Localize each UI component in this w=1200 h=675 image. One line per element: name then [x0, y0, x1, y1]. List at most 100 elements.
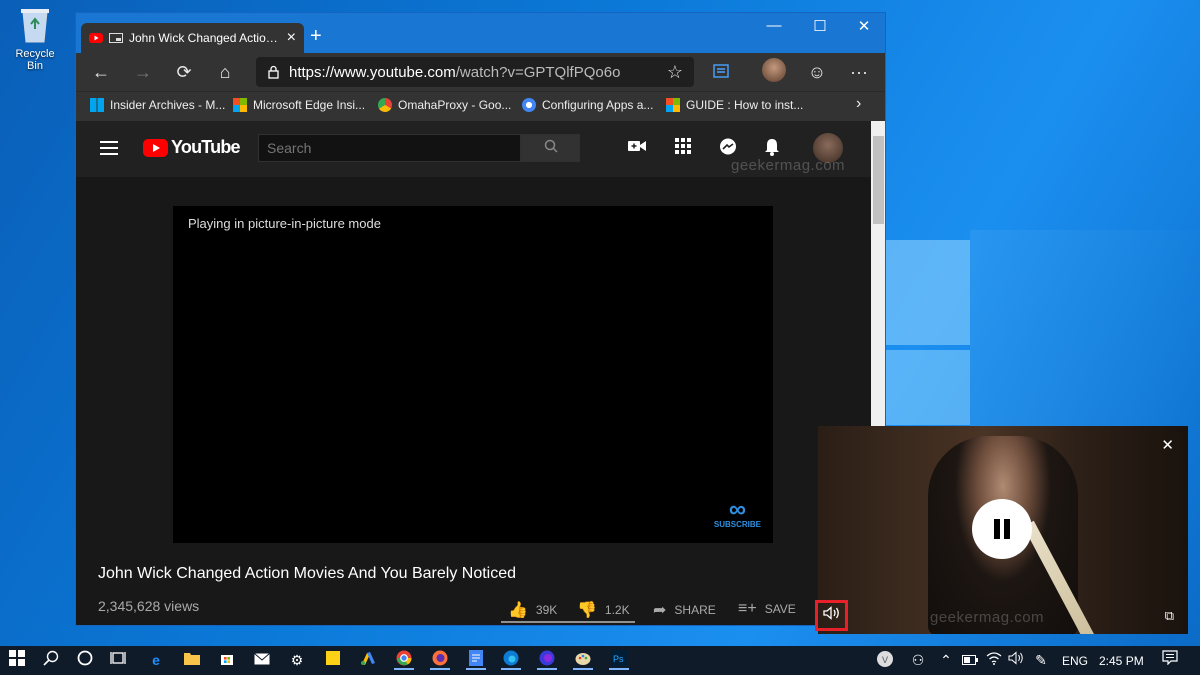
- bookmark-item[interactable]: GUIDE : How to inst...: [666, 98, 803, 112]
- speaker-volume-icon[interactable]: [1006, 650, 1026, 670]
- apps-grid-icon[interactable]: [672, 138, 694, 160]
- clock[interactable]: 2:45 PM: [1099, 654, 1144, 668]
- pip-indicator-icon: [109, 33, 123, 43]
- search-button[interactable]: [521, 134, 580, 162]
- sticky-notes-icon[interactable]: [323, 650, 343, 670]
- video-player[interactable]: Playing in picture-in-picture mode ∞ SUB…: [173, 206, 773, 543]
- firefox-icon[interactable]: [430, 650, 450, 670]
- bookmark-item[interactable]: Configuring Apps a...: [522, 98, 653, 112]
- menu-icon[interactable]: [100, 141, 118, 159]
- save-button[interactable]: ≡+ SAVE: [738, 600, 796, 618]
- create-video-icon[interactable]: [626, 138, 648, 160]
- desktop-window-logo-pane: [880, 240, 970, 345]
- search-input[interactable]: [258, 134, 521, 162]
- minimize-button[interactable]: —: [752, 17, 796, 34]
- url-path: /watch?v=GPTQlfPQo6o: [455, 63, 621, 81]
- picture-in-picture-window[interactable]: ✕ ⧉ geekermag.com: [818, 426, 1188, 634]
- title-bar: John Wick Changed Action Movies And You …: [76, 13, 885, 53]
- bookmark-item[interactable]: Microsoft Edge Insi...: [233, 98, 365, 112]
- browser-toolbar: ← → ⟳ ⌂ https://www.youtube.com/watch?v=…: [76, 53, 885, 91]
- youtube-logo[interactable]: YouTube: [143, 137, 241, 158]
- store-icon[interactable]: [217, 650, 237, 670]
- pip-back-to-tab-icon[interactable]: ⧉: [1165, 608, 1174, 624]
- share-arrow-icon: ➦: [653, 602, 667, 619]
- share-button[interactable]: ➦ SHARE: [653, 600, 716, 620]
- video-title: John Wick Changed Action Movies And You …: [98, 565, 517, 582]
- task-view-icon[interactable]: [108, 650, 128, 670]
- pip-status-message: Playing in picture-in-picture mode: [188, 216, 381, 231]
- show-hidden-icons-chevron-icon[interactable]: ⌃: [936, 650, 956, 670]
- feedback-smiley-icon[interactable]: ☺: [804, 60, 830, 84]
- pip-close-icon[interactable]: ✕: [1161, 436, 1174, 454]
- like-button[interactable]: 👍 39K: [508, 600, 557, 620]
- firefox-nightly-icon[interactable]: [537, 650, 557, 670]
- immersive-reader-icon[interactable]: [708, 60, 734, 84]
- desktop-window-logo-pane: [880, 350, 970, 425]
- youtube-favicon-icon: [89, 33, 103, 43]
- watermark: geekermag.com: [930, 609, 1045, 626]
- search-icon[interactable]: [41, 650, 61, 670]
- battery-icon[interactable]: [960, 650, 980, 670]
- forward-button[interactable]: →: [130, 60, 156, 84]
- pen-workspace-icon[interactable]: ✎: [1031, 650, 1051, 670]
- edge-chromium-icon[interactable]: [501, 650, 521, 670]
- new-tab-button[interactable]: +: [310, 25, 322, 48]
- pip-volume-icon[interactable]: [815, 600, 848, 631]
- people-icon[interactable]: ⚇: [908, 650, 928, 670]
- mail-icon[interactable]: [252, 650, 272, 670]
- url-domain: https://www.youtube.com: [289, 63, 456, 81]
- tab-close-icon[interactable]: ×: [287, 29, 296, 47]
- recycle-bin-label: Recycle Bin: [15, 48, 55, 72]
- action-center-icon[interactable]: [1160, 650, 1180, 670]
- microsoft-logo-icon: [233, 98, 247, 112]
- channel-branding-watermark[interactable]: ∞ SUBSCRIBE: [713, 496, 761, 530]
- file-explorer-icon[interactable]: [182, 650, 202, 670]
- close-button[interactable]: ✕: [842, 17, 885, 35]
- subscribe-label: SUBSCRIBE: [713, 520, 761, 529]
- windows-logo-icon: [90, 98, 104, 112]
- svg-text:Ps: Ps: [613, 654, 624, 664]
- pip-pause-button[interactable]: [972, 499, 1032, 559]
- chrome-icon[interactable]: [394, 650, 414, 670]
- start-windows-icon[interactable]: [7, 650, 27, 670]
- favorite-star-icon[interactable]: ☆: [662, 60, 688, 84]
- address-bar[interactable]: https://www.youtube.com/watch?v=GPTQlfPQ…: [256, 57, 694, 87]
- dislike-button[interactable]: 👎 1.2K: [577, 600, 630, 620]
- bookmarks-overflow-chevron-icon[interactable]: ›: [856, 95, 861, 113]
- tab-youtube[interactable]: John Wick Changed Action Movies And You …: [81, 23, 304, 53]
- cortana-circle-icon[interactable]: [75, 650, 95, 670]
- paint-icon[interactable]: [573, 650, 593, 670]
- bookmark-item[interactable]: OmahaProxy - Goo...: [378, 98, 511, 112]
- infinity-logo-icon: ∞: [728, 496, 746, 523]
- taskbar: e ⚙ Ps V ⚇ ⌃ ✎ ENG 2:45 PM: [0, 646, 1200, 675]
- home-button[interactable]: ⌂: [212, 60, 238, 84]
- add-to-playlist-icon: ≡+: [738, 600, 757, 617]
- maximize-button[interactable]: ☐: [798, 17, 842, 35]
- search-icon: [544, 139, 558, 153]
- bookmark-item[interactable]: Insider Archives - M...: [90, 98, 225, 112]
- wifi-icon[interactable]: [984, 650, 1004, 670]
- back-button[interactable]: ←: [88, 60, 114, 84]
- user-badge-icon[interactable]: V: [875, 650, 895, 670]
- thumbs-up-icon: 👍: [508, 602, 528, 619]
- photoshop-icon[interactable]: Ps: [609, 650, 629, 670]
- language-indicator[interactable]: ENG: [1062, 654, 1088, 668]
- settings-gear-icon[interactable]: ⚙: [287, 650, 307, 670]
- thumbs-down-icon: 👎: [577, 602, 597, 619]
- youtube-header: YouTube geekermag.com: [76, 121, 871, 177]
- chrome-enterprise-icon: [522, 98, 536, 112]
- profile-avatar[interactable]: [762, 58, 788, 82]
- refresh-button[interactable]: ⟳: [171, 60, 197, 84]
- docs-icon[interactable]: [466, 650, 486, 670]
- favorites-bar: Insider Archives - M... Microsoft Edge I…: [76, 91, 885, 121]
- recycle-bin-icon: [19, 6, 51, 44]
- scrollbar-thumb[interactable]: [873, 136, 884, 224]
- google-ads-icon[interactable]: [358, 650, 378, 670]
- lock-icon: [268, 65, 279, 79]
- recycle-bin[interactable]: Recycle Bin: [6, 6, 64, 72]
- edge-legacy-icon[interactable]: e: [146, 650, 166, 670]
- like-count: 39K: [535, 603, 558, 617]
- youtube-play-logo-icon: [143, 138, 168, 157]
- settings-more-icon[interactable]: ···: [846, 60, 872, 84]
- sentiment-bar: [501, 621, 635, 623]
